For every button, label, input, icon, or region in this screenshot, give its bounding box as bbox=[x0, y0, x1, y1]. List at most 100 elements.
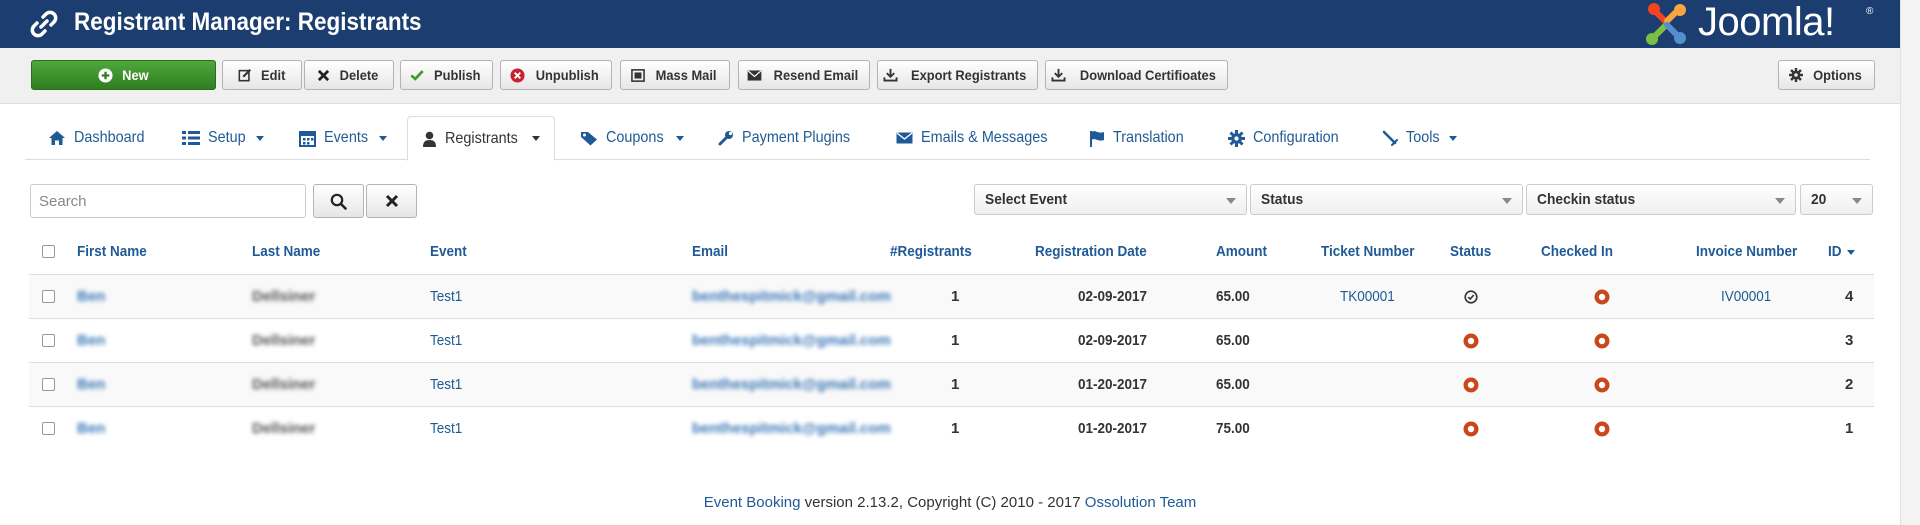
download-certificates-button[interactable]: Download Certifioates bbox=[1045, 60, 1228, 90]
row-checkbox[interactable] bbox=[42, 422, 55, 435]
status-toggle[interactable] bbox=[1456, 363, 1486, 407]
status-toggle[interactable] bbox=[1456, 319, 1486, 363]
column-header-last-name[interactable]: Last Name bbox=[252, 230, 328, 274]
tag-icon bbox=[581, 132, 597, 146]
resend-email-button[interactable]: Resend Email bbox=[738, 60, 870, 90]
tab-registrants-label: Registrants bbox=[445, 129, 518, 147]
download-certificates-button-label: Download Certifioates bbox=[1080, 67, 1216, 83]
amount-cell: 65.00 bbox=[1216, 376, 1250, 393]
table-row: Ben Dellsiner Test1 benthespitmick@gmail.co… bbox=[29, 406, 1874, 450]
email-cell: benthespitmick@gmail.com bbox=[692, 288, 891, 305]
red-circle-icon bbox=[1463, 377, 1479, 393]
first-name-link[interactable]: Ben bbox=[77, 275, 105, 319]
joomla-registered-mark: ® bbox=[1866, 6, 1874, 17]
unpublish-button[interactable]: Unpublish bbox=[500, 60, 612, 90]
column-header-amount[interactable]: Amount bbox=[1216, 230, 1273, 274]
home-icon bbox=[49, 131, 65, 145]
ossolution-team-link[interactable]: Ossolution Team bbox=[1085, 494, 1196, 511]
tab-configuration-label: Configuration bbox=[1253, 129, 1339, 146]
status-toggle[interactable] bbox=[1456, 407, 1486, 451]
tab-configuration[interactable]: Configuration bbox=[1222, 116, 1354, 160]
page-title: Registrant Manager: Registrants bbox=[74, 8, 422, 36]
amount-cell: 65.00 bbox=[1216, 332, 1250, 349]
flag-icon bbox=[1090, 130, 1104, 147]
gear-icon bbox=[1789, 68, 1804, 82]
resend-email-button-label: Resend Email bbox=[773, 67, 858, 83]
registrants-count: 1 bbox=[951, 420, 960, 437]
row-checkbox[interactable] bbox=[42, 290, 55, 303]
clear-search-button[interactable] bbox=[366, 184, 417, 218]
row-checkbox[interactable] bbox=[42, 378, 55, 391]
download-icon bbox=[883, 68, 898, 82]
registration-date-cell: 02-09-2017 bbox=[1078, 332, 1148, 349]
list-limit-select[interactable]: 20 bbox=[1800, 184, 1873, 215]
event-link[interactable]: Test1 bbox=[430, 363, 466, 407]
column-header-status[interactable]: Status bbox=[1450, 230, 1496, 274]
amount-cell: 75.00 bbox=[1216, 420, 1250, 437]
column-header-registrants[interactable]: #Registrants bbox=[890, 230, 981, 274]
event-link[interactable]: Test1 bbox=[430, 407, 466, 451]
event-link[interactable]: Test1 bbox=[430, 319, 466, 363]
red-circle-icon bbox=[1463, 421, 1479, 437]
ticket-number-cell: TK00001 bbox=[1340, 288, 1395, 305]
first-name-link[interactable]: Ben bbox=[77, 363, 105, 407]
tab-events-label: Events bbox=[324, 129, 369, 146]
search-input[interactable] bbox=[30, 184, 306, 218]
joomla-logo-icon bbox=[1646, 3, 1686, 45]
first-name-link[interactable]: Ben bbox=[77, 319, 105, 363]
column-header-invoice-number[interactable]: Invoice Number bbox=[1696, 230, 1809, 274]
checkin-filter-select[interactable]: Checkin status bbox=[1526, 184, 1796, 215]
event-filter-select[interactable]: Select Event bbox=[974, 184, 1247, 215]
publish-button-label: Publish bbox=[434, 67, 481, 83]
tab-payment-plugins[interactable]: Payment Plugins bbox=[712, 116, 868, 160]
checked-in-toggle[interactable] bbox=[1587, 363, 1617, 407]
options-button[interactable]: Options bbox=[1778, 60, 1875, 90]
select-all-checkbox[interactable] bbox=[42, 245, 55, 258]
tab-events[interactable]: Events bbox=[293, 116, 393, 160]
column-header-email[interactable]: Email bbox=[692, 230, 732, 274]
tab-setup-label: Setup bbox=[208, 129, 246, 146]
tab-coupons[interactable]: Coupons bbox=[574, 116, 690, 160]
tab-emails-messages[interactable]: Emails & Messages bbox=[890, 116, 1068, 160]
joomla-wordmark: Joomla! bbox=[1698, 0, 1835, 44]
chevron-down-icon bbox=[676, 135, 685, 141]
checked-in-toggle[interactable] bbox=[1587, 275, 1617, 319]
unpublish-circle-icon bbox=[510, 67, 525, 83]
column-header-first-name[interactable]: First Name bbox=[77, 230, 155, 274]
list-limit-value: 20 bbox=[1811, 191, 1827, 208]
export-registrants-button[interactable]: Export Registrants bbox=[877, 60, 1038, 90]
edit-button[interactable]: Edit bbox=[222, 60, 302, 90]
checked-in-toggle[interactable] bbox=[1587, 319, 1617, 363]
invoice-number-link[interactable]: IV00001 bbox=[1721, 275, 1777, 319]
toolbar: New Edit Delete Publish Unpublish Mass M… bbox=[0, 48, 1900, 104]
tab-coupons-label: Coupons bbox=[606, 129, 664, 146]
table-header-row: First Name Last Name Event Email #Regist… bbox=[29, 230, 1874, 274]
new-button[interactable]: New bbox=[31, 60, 216, 90]
search-button[interactable] bbox=[313, 184, 364, 218]
delete-button[interactable]: Delete bbox=[304, 60, 394, 90]
checked-in-toggle[interactable] bbox=[1587, 407, 1617, 451]
column-header-registration-date[interactable]: Registration Date bbox=[1035, 230, 1159, 274]
column-header-event[interactable]: Event bbox=[430, 230, 471, 274]
tab-dashboard[interactable]: Dashboard bbox=[42, 116, 158, 160]
chevron-down-icon bbox=[1502, 198, 1512, 204]
status-filter-select[interactable]: Status bbox=[1250, 184, 1523, 215]
column-header-id[interactable]: ID bbox=[1828, 230, 1855, 274]
tab-tools-label: Tools bbox=[1406, 129, 1440, 146]
tab-tools[interactable]: Tools bbox=[1376, 116, 1463, 160]
tab-registrants[interactable]: Registrants bbox=[407, 116, 555, 161]
publish-button[interactable]: Publish bbox=[400, 60, 493, 90]
column-header-checked-in[interactable]: Checked In bbox=[1541, 230, 1621, 274]
mass-mail-button[interactable]: Mass Mail bbox=[620, 60, 730, 90]
list-icon bbox=[182, 131, 200, 145]
event-booking-link[interactable]: Event Booking bbox=[704, 494, 801, 511]
status-toggle[interactable] bbox=[1456, 275, 1486, 319]
tab-translation[interactable]: Translation bbox=[1083, 116, 1198, 160]
event-link[interactable]: Test1 bbox=[430, 275, 466, 319]
first-name-link[interactable]: Ben bbox=[77, 407, 105, 451]
unpublish-button-label: Unpublish bbox=[536, 67, 599, 83]
row-checkbox[interactable] bbox=[42, 334, 55, 347]
column-header-ticket-number[interactable]: Ticket Number bbox=[1321, 230, 1425, 274]
delete-x-icon bbox=[318, 69, 330, 81]
tab-setup[interactable]: Setup bbox=[176, 116, 270, 160]
